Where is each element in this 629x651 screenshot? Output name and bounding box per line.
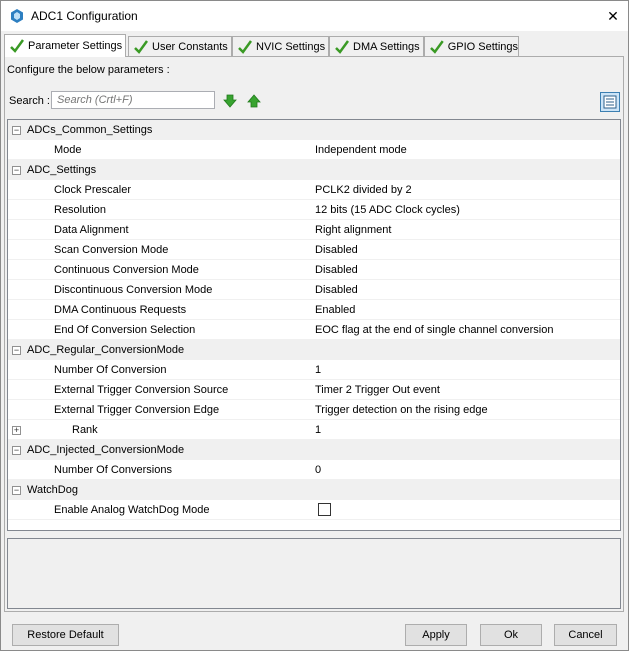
property-label: Resolution <box>54 204 106 216</box>
property-value[interactable]: PCLK2 divided by 2 <box>315 184 412 196</box>
arrow-up-icon[interactable] <box>247 94 261 108</box>
tab-dma-settings[interactable]: DMA Settings <box>329 36 424 56</box>
group-title: ADC_Injected_ConversionMode <box>27 444 185 456</box>
property-row[interactable]: Scan Conversion Mode Disabled <box>8 240 620 260</box>
title-bar: ADC1 Configuration ✕ <box>1 1 628 31</box>
ok-button[interactable]: Ok <box>480 624 542 646</box>
property-value[interactable]: Disabled <box>315 284 358 296</box>
property-label: Continuous Conversion Mode <box>54 264 199 276</box>
property-label: Mode <box>54 144 82 156</box>
property-value[interactable]: 12 bits (15 ADC Clock cycles) <box>315 204 460 216</box>
list-view-toggle[interactable] <box>600 92 620 112</box>
adc-config-dialog: ADC1 Configuration ✕ Parameter Settings … <box>0 0 629 651</box>
group-title: WatchDog <box>27 484 78 496</box>
watchdog-enable-checkbox[interactable] <box>318 503 331 516</box>
property-value[interactable]: 0 <box>315 464 321 476</box>
property-row-rank[interactable]: + Rank 1 <box>8 420 620 440</box>
checkmark-icon <box>10 39 25 53</box>
property-row[interactable]: Resolution 12 bits (15 ADC Clock cycles) <box>8 200 620 220</box>
property-value[interactable]: EOC flag at the end of single channel co… <box>315 324 553 336</box>
tab-user-constants[interactable]: User Constants <box>128 36 232 56</box>
checkmark-icon <box>335 39 350 54</box>
collapse-icon[interactable]: − <box>12 166 21 175</box>
property-label: Clock Prescaler <box>54 184 132 196</box>
property-row[interactable]: Mode Independent mode <box>8 140 620 160</box>
property-value[interactable]: Timer 2 Trigger Out event <box>315 384 440 396</box>
property-label: End Of Conversion Selection <box>54 324 196 336</box>
tab-label: DMA Settings <box>353 40 420 53</box>
pane-caption: Configure the below parameters : <box>7 64 170 76</box>
property-label: Number Of Conversion <box>54 364 167 376</box>
property-row[interactable]: End Of Conversion Selection EOC flag at … <box>8 320 620 340</box>
tab-nvic-settings[interactable]: NVIC Settings <box>232 36 329 56</box>
property-row[interactable]: External Trigger Conversion Source Timer… <box>8 380 620 400</box>
tab-label: User Constants <box>152 40 228 53</box>
collapse-icon[interactable]: − <box>12 126 21 135</box>
property-row[interactable]: External Trigger Conversion Edge Trigger… <box>8 400 620 420</box>
tab-label: Parameter Settings <box>28 40 123 52</box>
property-label: DMA Continuous Requests <box>54 304 187 316</box>
property-value[interactable]: Independent mode <box>315 144 407 156</box>
search-label: Search : <box>9 95 50 107</box>
property-label: External Trigger Conversion Edge <box>54 404 220 416</box>
apply-button[interactable]: Apply <box>405 624 467 646</box>
property-label: Rank <box>72 424 98 436</box>
property-value[interactable]: Trigger detection on the rising edge <box>315 404 488 416</box>
description-panel <box>7 538 621 609</box>
collapse-icon[interactable]: − <box>12 346 21 355</box>
property-label: Data Alignment <box>54 224 129 236</box>
property-value[interactable]: Right alignment <box>315 224 391 236</box>
property-label: Number Of Conversions <box>54 464 172 476</box>
tab-label: NVIC Settings <box>256 40 326 53</box>
property-value[interactable]: Disabled <box>315 244 358 256</box>
collapse-icon[interactable]: − <box>12 446 21 455</box>
property-row[interactable]: Number Of Conversions 0 <box>8 460 620 480</box>
group-title: ADC_Settings <box>27 164 97 176</box>
checkmark-icon <box>430 39 444 54</box>
property-row[interactable]: DMA Continuous Requests Enabled <box>8 300 620 320</box>
group-adc-regular-conversion-mode[interactable]: − ADC_Regular_ConversionMode <box>8 340 620 360</box>
tab-parameter-settings[interactable]: Parameter Settings <box>4 34 126 57</box>
tab-label: GPIO Settings <box>447 40 518 53</box>
expand-icon[interactable]: + <box>12 426 21 435</box>
group-adcs-common-settings[interactable]: − ADCs_Common_Settings <box>8 120 620 140</box>
window-title: ADC1 Configuration <box>31 9 138 23</box>
checkmark-icon <box>134 39 149 54</box>
chip-icon <box>11 9 23 23</box>
parameter-pane: Configure the below parameters : Search … <box>4 56 624 612</box>
tab-strip: Parameter Settings User Constants NVIC S… <box>4 34 624 57</box>
property-row[interactable]: Clock Prescaler PCLK2 divided by 2 <box>8 180 620 200</box>
property-label: Scan Conversion Mode <box>54 244 169 256</box>
arrow-down-icon[interactable] <box>223 94 237 108</box>
cancel-button[interactable]: Cancel <box>554 624 617 646</box>
property-value[interactable]: Disabled <box>315 264 358 276</box>
search-input[interactable] <box>51 91 215 109</box>
property-value[interactable]: Enabled <box>315 304 355 316</box>
property-value[interactable]: 1 <box>315 364 321 376</box>
property-grid: − ADCs_Common_Settings Mode Independent … <box>7 119 621 531</box>
property-row[interactable]: Enable Analog WatchDog Mode <box>8 500 620 520</box>
group-title: ADCs_Common_Settings <box>27 124 153 136</box>
checkmark-icon <box>238 39 253 54</box>
group-title: ADC_Regular_ConversionMode <box>27 344 185 356</box>
property-row[interactable]: Data Alignment Right alignment <box>8 220 620 240</box>
tab-gpio-settings[interactable]: GPIO Settings <box>424 36 519 56</box>
restore-default-button[interactable]: Restore Default <box>12 624 119 646</box>
list-view-icon <box>603 95 617 109</box>
property-row[interactable]: Discontinuous Conversion Mode Disabled <box>8 280 620 300</box>
group-watchdog[interactable]: − WatchDog <box>8 480 620 500</box>
property-label: External Trigger Conversion Source <box>54 384 229 396</box>
close-icon[interactable]: ✕ <box>598 1 628 31</box>
group-adc-settings[interactable]: − ADC_Settings <box>8 160 620 180</box>
group-adc-injected-conversion-mode[interactable]: − ADC_Injected_ConversionMode <box>8 440 620 460</box>
property-row[interactable]: Continuous Conversion Mode Disabled <box>8 260 620 280</box>
property-value[interactable]: 1 <box>315 424 321 436</box>
collapse-icon[interactable]: − <box>12 486 21 495</box>
property-label: Discontinuous Conversion Mode <box>54 284 213 296</box>
property-row[interactable]: Number Of Conversion 1 <box>8 360 620 380</box>
property-label: Enable Analog WatchDog Mode <box>54 504 210 516</box>
